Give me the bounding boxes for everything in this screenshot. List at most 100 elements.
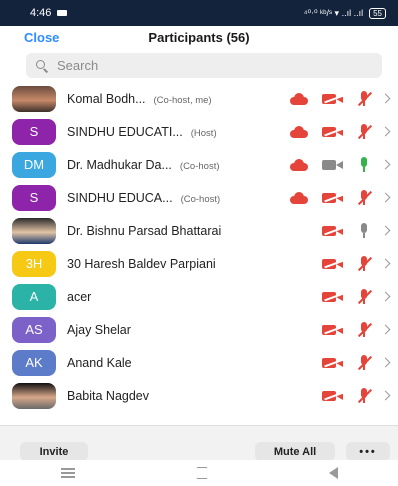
chevron-right-icon[interactable] — [382, 222, 390, 240]
status-bar: 4:46 ⁴⁰⋅⁰ ᵏᵇ/ˢ ▾ ..ıl ..ıl 55 — [0, 0, 398, 26]
chevron-right-icon[interactable] — [382, 123, 390, 141]
mic-muted-icon — [354, 321, 374, 339]
mic-muted-icon — [354, 189, 374, 207]
chevron-right-icon[interactable] — [382, 189, 390, 207]
avatar-initials: DM — [23, 157, 45, 172]
participant-name-cell: 30 Haresh Baldev Parpiani — [67, 257, 216, 271]
participant-name-cell: Komal Bodh... (Co-host, me) — [67, 92, 212, 106]
footer-toolbar: Invite Mute All ••• — [0, 425, 398, 461]
participant-role: (Co-host) — [179, 160, 220, 172]
participant-name: 30 Haresh Baldev Parpiani — [67, 256, 216, 271]
participant-status-icons — [312, 288, 390, 306]
participant-name-cell: Dr. Bishnu Parsad Bhattarai — [67, 224, 221, 238]
mic-muted-icon — [354, 255, 374, 273]
cloud-recording-icon — [286, 90, 312, 108]
chevron-right-icon[interactable] — [382, 90, 390, 108]
participant-status-icons — [278, 156, 390, 174]
participant-name: Babita Nagdev — [67, 388, 150, 403]
back-icon[interactable] — [328, 467, 338, 479]
participant-name-cell: SINDHU EDUCA... (Co-host) — [67, 191, 220, 205]
participant-row[interactable]: S SINDHU EDUCA... (Co-host) — [0, 181, 398, 214]
video-off-icon — [320, 387, 346, 405]
participant-name-cell: Dr. Madhukar Da... (Co-host) — [67, 158, 220, 172]
participant-name: Dr. Bishnu Parsad Bhattarai — [67, 223, 222, 238]
home-icon[interactable] — [195, 467, 208, 479]
participant-name-cell: Babita Nagdev — [67, 389, 149, 403]
header: Close Participants (56) — [0, 26, 398, 50]
video-off-icon — [320, 321, 346, 339]
search-icon — [36, 60, 49, 73]
video-off-icon — [320, 354, 346, 372]
participant-name-cell: acer — [67, 290, 91, 304]
mic-muted-icon — [354, 288, 374, 306]
participant-name: Komal Bodh... — [67, 91, 146, 106]
mute-all-button[interactable]: Mute All — [255, 442, 335, 461]
mic-muted-icon — [354, 123, 374, 141]
mic-icon — [354, 156, 374, 174]
avatar: AK — [12, 349, 56, 376]
participant-row[interactable]: AS Ajay Shelar — [0, 313, 398, 346]
battery-icon: 55 — [369, 7, 386, 19]
mic-muted-icon — [354, 387, 374, 405]
network-indicators: ⁴⁰⋅⁰ ᵏᵇ/ˢ ▾ ..ıl ..ıl — [303, 7, 364, 18]
search-input[interactable] — [55, 57, 359, 74]
participant-row[interactable]: S SINDHU EDUCATI... (Host) — [0, 115, 398, 148]
avatar-initials: S — [29, 124, 39, 139]
chevron-right-icon[interactable] — [382, 255, 390, 273]
chevron-right-icon[interactable] — [382, 387, 390, 405]
participant-status-icons — [278, 189, 390, 207]
avatar-initials: S — [29, 190, 39, 205]
participant-name: Ajay Shelar — [67, 322, 131, 337]
avatar: S — [12, 184, 56, 211]
video-off-icon — [320, 255, 346, 273]
participant-status-icons — [278, 90, 390, 108]
participant-list[interactable]: Komal Bodh... (Co-host, me) S SINDHU EDUCAT… — [0, 82, 398, 425]
chevron-right-icon[interactable] — [382, 156, 390, 174]
participant-status-icons — [312, 255, 390, 273]
video-icon — [320, 156, 346, 174]
participant-role: (Co-host, me) — [153, 94, 212, 106]
search-bar[interactable] — [26, 53, 382, 78]
participant-status-icons — [312, 222, 390, 240]
mic-icon — [354, 222, 374, 240]
avatar — [12, 217, 56, 244]
notification-icon — [57, 10, 68, 16]
participant-status-icons — [312, 321, 390, 339]
avatar — [12, 85, 56, 112]
mic-muted-icon — [354, 354, 374, 372]
participant-row[interactable]: DM Dr. Madhukar Da... (Co-host) — [0, 148, 398, 181]
cloud-recording-icon — [286, 189, 312, 207]
cloud-recording-icon — [286, 156, 312, 174]
participant-role: (Co-host) — [180, 193, 221, 205]
participant-status-icons — [312, 387, 390, 405]
participant-row[interactable]: Aacer — [0, 280, 398, 313]
video-off-icon — [320, 189, 346, 207]
participant-row[interactable]: Komal Bodh... (Co-host, me) — [0, 82, 398, 115]
video-off-icon — [320, 90, 346, 108]
avatar-initials: AS — [25, 322, 43, 337]
avatar-initials: A — [29, 289, 39, 304]
participant-name-cell: Anand Kale — [67, 356, 132, 370]
more-button[interactable]: ••• — [346, 442, 390, 461]
avatar — [12, 382, 56, 409]
chevron-right-icon[interactable] — [382, 354, 390, 372]
avatar-initials: AK — [25, 355, 43, 370]
mic-muted-icon — [354, 90, 374, 108]
invite-button[interactable]: Invite — [20, 442, 88, 461]
participant-name-cell: Ajay Shelar — [67, 323, 131, 337]
participant-role: (Host) — [190, 127, 217, 139]
participant-name: acer — [67, 289, 92, 304]
system-nav-bar — [0, 460, 398, 486]
avatar: AS — [12, 316, 56, 343]
participant-row[interactable]: Babita Nagdev — [0, 379, 398, 412]
participant-row[interactable]: 3H 30 Haresh Baldev Parpiani — [0, 247, 398, 280]
chevron-right-icon[interactable] — [382, 321, 390, 339]
participant-row[interactable]: Dr. Bishnu Parsad Bhattarai — [0, 214, 398, 247]
chevron-right-icon[interactable] — [382, 288, 390, 306]
recent-apps-icon[interactable] — [60, 468, 75, 478]
participant-name: Dr. Madhukar Da... — [67, 157, 172, 172]
participant-name: SINDHU EDUCA... — [67, 190, 173, 205]
participant-row[interactable]: AK Anand Kale — [0, 346, 398, 379]
page-title: Participants (56) — [148, 30, 250, 45]
avatar: 3H — [12, 250, 56, 277]
